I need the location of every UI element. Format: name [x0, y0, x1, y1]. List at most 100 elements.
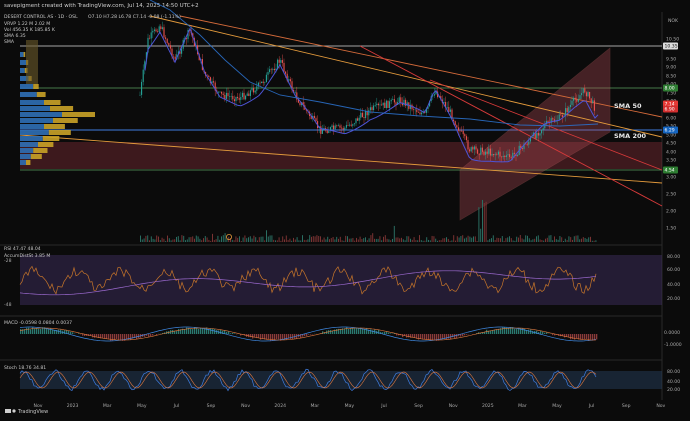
- macd-hist-bar: [278, 334, 280, 340]
- macd-hist-bar: [260, 334, 262, 340]
- candle-body: [313, 115, 315, 119]
- volume-bar: [204, 236, 206, 242]
- volume-bar: [406, 236, 408, 242]
- candle-body: [488, 148, 490, 154]
- candle-body: [497, 151, 499, 155]
- macd-hist-bar: [268, 334, 270, 340]
- candle-body: [142, 69, 144, 82]
- macd-hist-bar: [104, 334, 106, 339]
- candle-body: [480, 147, 482, 155]
- volume-bar: [370, 235, 372, 242]
- volume-bar: [219, 239, 221, 242]
- macd-hist-bar: [544, 332, 546, 334]
- volume-bar: [357, 239, 359, 242]
- volume-bar: [213, 240, 215, 242]
- volume-bar: [550, 235, 552, 242]
- candle-body: [449, 109, 451, 112]
- volume-bar: [300, 240, 302, 242]
- candle-body: [347, 125, 349, 126]
- volume-bar: [393, 225, 395, 242]
- volume-bar: [161, 237, 163, 242]
- candle-body: [326, 130, 328, 134]
- volume-bar: [325, 239, 327, 242]
- candle-body: [560, 114, 562, 116]
- candle-body: [584, 88, 586, 93]
- volume-bar: [447, 238, 449, 242]
- candle-body: [240, 97, 242, 100]
- volume-bar: [383, 236, 384, 242]
- candle-body: [173, 56, 175, 58]
- candle-body: [472, 147, 474, 150]
- profile-bar-up: [20, 106, 50, 111]
- macd-hist-bar: [20, 329, 22, 334]
- macd-hist-bar: [64, 330, 66, 334]
- candle-body: [478, 153, 480, 155]
- macd-hist-bar: [586, 334, 588, 340]
- candle-body: [280, 60, 282, 63]
- rsi-tick-20: 20.00: [667, 296, 680, 302]
- candle-body: [462, 130, 464, 135]
- candle-body: [464, 134, 466, 137]
- volume-bar: [158, 236, 159, 242]
- candle-body: [507, 154, 509, 156]
- macd-hist-bar: [308, 334, 310, 335]
- profile-bar-up: [20, 100, 44, 105]
- candle-body: [496, 154, 498, 155]
- macd-hist-bar: [26, 327, 28, 334]
- candle-body: [339, 125, 341, 128]
- volume-bar: [415, 240, 417, 242]
- candle-body: [504, 156, 506, 157]
- volume-bar: [512, 240, 514, 242]
- volume-bar: [469, 236, 471, 242]
- volume-bar: [206, 237, 208, 242]
- macd-hist-bar: [292, 334, 294, 340]
- symbol-title: DESERT CONTROL AS · 1D · OSL: [4, 14, 78, 20]
- volume-bar: [320, 236, 321, 242]
- volume-bar: [271, 235, 273, 242]
- macd-hist-bar: [584, 334, 586, 340]
- candle-body: [417, 112, 419, 113]
- price-tick: 10.50: [666, 37, 679, 43]
- volume-bar: [377, 238, 379, 242]
- candle-body: [521, 148, 523, 149]
- candle-body: [374, 104, 376, 106]
- candle-body: [254, 90, 256, 93]
- volume-bar: [392, 238, 393, 242]
- chart-canvas[interactable]: DESERT CONTROL AS · 1D · OSL O7.10 H7.28…: [0, 0, 690, 421]
- candle-body: [336, 125, 338, 127]
- candle-body: [477, 149, 479, 154]
- candle-body: [232, 96, 234, 100]
- profile-bar-up: [20, 130, 49, 135]
- volume-bar: [539, 239, 541, 242]
- volume-bar: [246, 238, 248, 242]
- macd-hist-bar: [440, 334, 442, 340]
- profile-bar-up: [20, 60, 26, 65]
- candle-body: [576, 99, 578, 102]
- volume-bar: [165, 240, 167, 242]
- volume-bar: [269, 235, 271, 242]
- macd-hist-bar: [446, 334, 448, 340]
- tradingview-logo: TradingView: [5, 409, 48, 415]
- candle-body: [589, 91, 591, 99]
- volume-bar: [289, 238, 291, 242]
- macd-hist-bar: [348, 329, 350, 334]
- candle-body: [499, 151, 501, 157]
- volume-bar: [197, 236, 199, 242]
- macd-hist-bar: [282, 334, 284, 340]
- macd-hist-bar: [420, 334, 422, 339]
- volume-bar: [386, 238, 388, 242]
- price-axis[interactable]: 10.509.509.008.508.007.507.006.506.005.5…: [666, 37, 679, 232]
- macd-hist-bar: [106, 334, 108, 339]
- candle-body: [582, 88, 584, 94]
- macd-hist-bar: [362, 328, 364, 334]
- volume-bar: [167, 235, 168, 242]
- macd-hist-bar: [28, 327, 30, 334]
- price-tick: 8.50: [666, 74, 676, 80]
- time-axis[interactable]: Nov 2023 Mar May Jul Sep Nov 2024 Mar May Jul Sep No…: [34, 403, 666, 409]
- volume-bars: [140, 199, 597, 242]
- macd-hist-bar: [152, 334, 154, 336]
- volume-bar: [203, 238, 204, 242]
- profile-bar-up: [20, 112, 62, 117]
- candle-body: [243, 92, 245, 100]
- candle-body: [494, 154, 496, 156]
